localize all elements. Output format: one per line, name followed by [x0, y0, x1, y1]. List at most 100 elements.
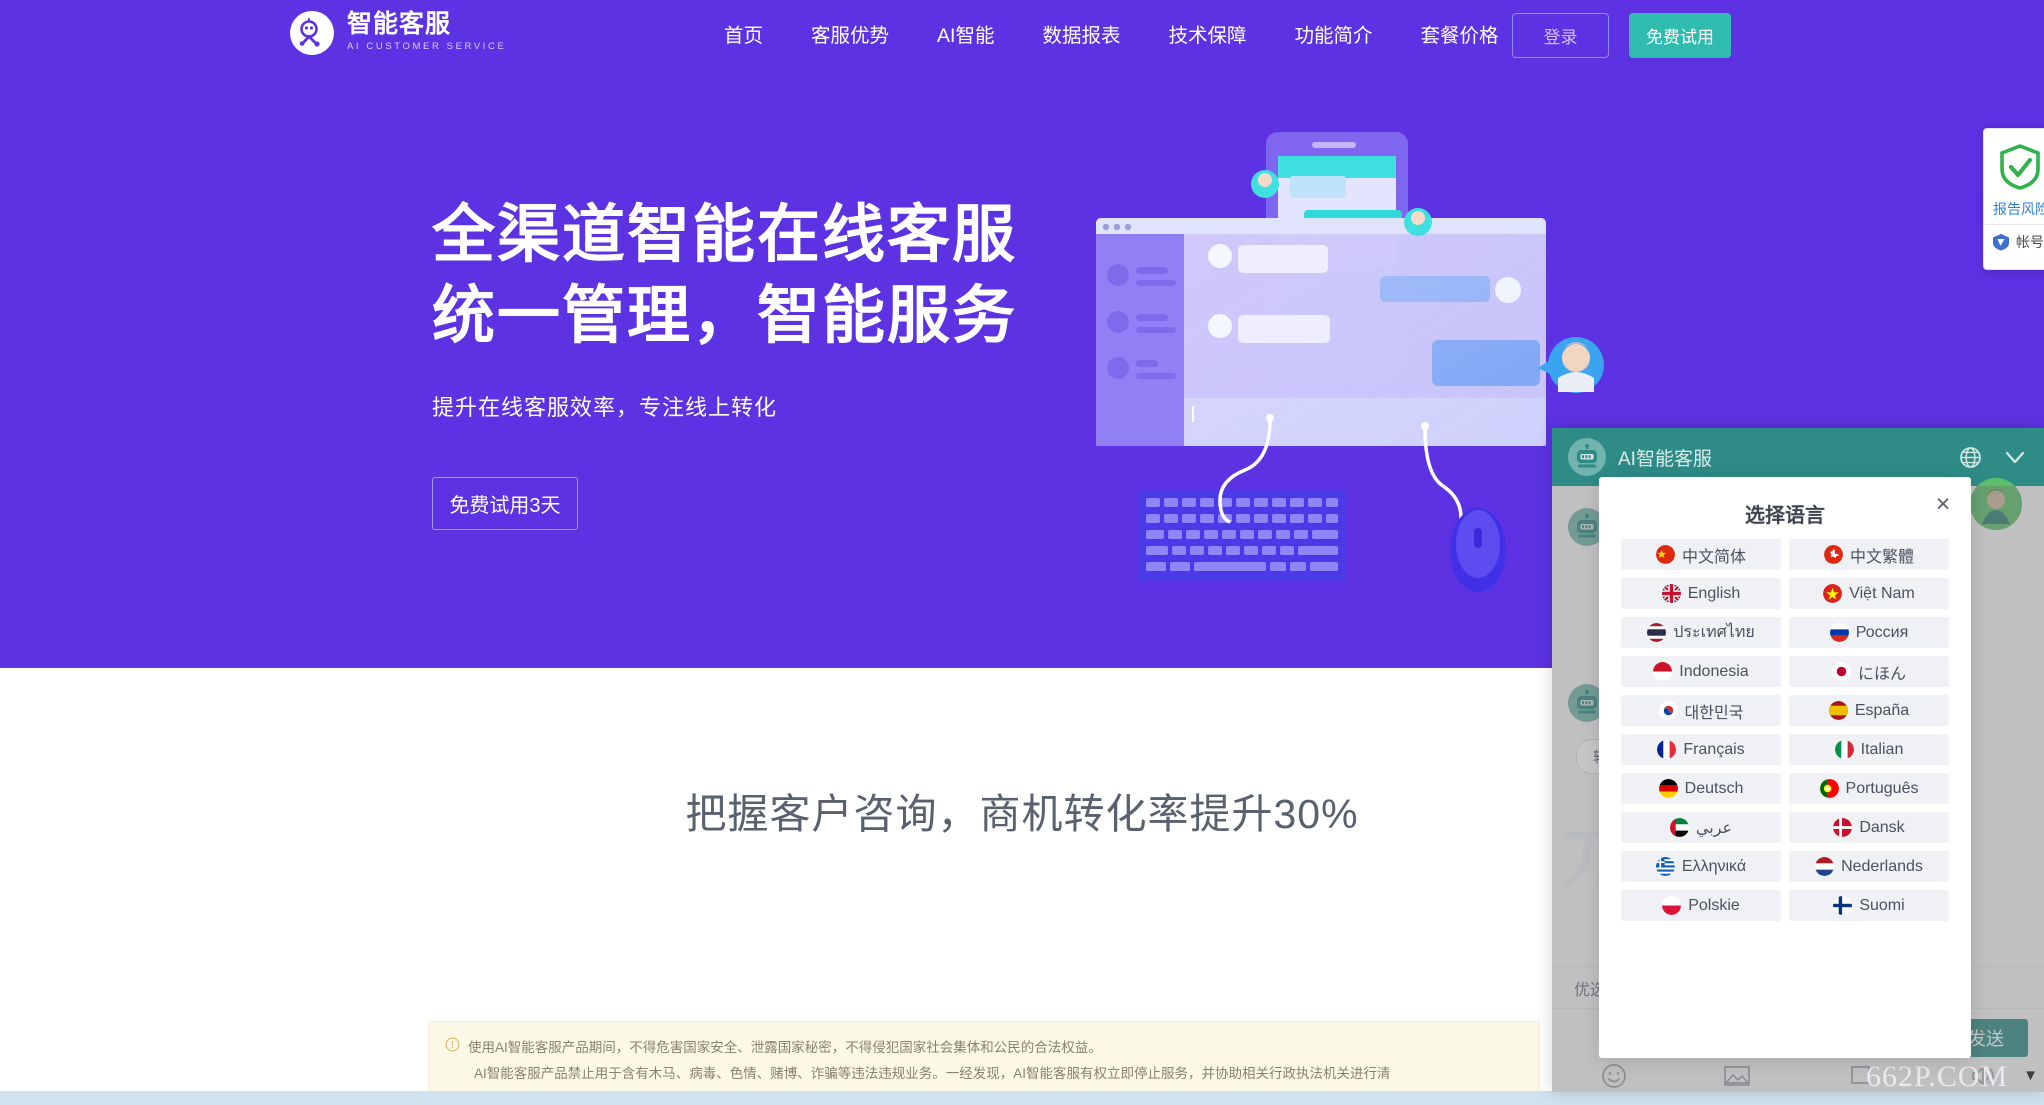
close-icon[interactable]: × [1931, 491, 1955, 516]
language-option-dk[interactable]: Dansk [1789, 812, 1949, 843]
language-option-jp[interactable]: にほん [1789, 656, 1949, 687]
flag-de-icon [1658, 779, 1678, 798]
language-option-gr[interactable]: Ελληνικά [1621, 851, 1781, 882]
brand-logo[interactable]: 智能客服 AI CUSTOMER SERVICE [290, 11, 506, 55]
scroll-down-arrow-icon[interactable]: ▼ [2023, 1067, 2038, 1084]
free-trial-button[interactable]: 免费试用 [1629, 13, 1731, 58]
nav-actions: 登录 免费试用 [1512, 13, 1731, 58]
language-option-ru[interactable]: Россия [1789, 617, 1949, 648]
account-row[interactable]: 帐号 [1992, 232, 2044, 252]
language-option-es[interactable]: España [1789, 695, 1949, 726]
language-option-label: Suomi [1859, 896, 1905, 914]
popup-divider [1984, 224, 2044, 225]
language-option-id[interactable]: Indonesia [1621, 656, 1781, 687]
nav-link-advantage[interactable]: 客服优势 [787, 0, 913, 72]
agent-avatar-icon [1970, 478, 2022, 530]
language-option-label: Français [1683, 740, 1745, 758]
language-option-vn[interactable]: Việt Nam [1789, 578, 1949, 609]
robot-avatar-icon [1568, 438, 1606, 476]
language-option-label: Indonesia [1679, 662, 1749, 680]
hero-title-line2: 统一管理，智能服务 [432, 280, 1017, 351]
flag-pt-icon [1819, 779, 1839, 798]
login-button[interactable]: 登录 [1512, 13, 1609, 58]
language-option-label: ประเทศไทย [1673, 624, 1755, 641]
robot-logo-icon [290, 11, 334, 55]
nav-link-features[interactable]: 功能简介 [1271, 0, 1397, 72]
globe-icon[interactable] [1959, 446, 1982, 469]
green-shield-check-icon [1998, 143, 2042, 196]
language-option-label: Italian [1860, 740, 1904, 758]
account-row-label: 帐号 [2016, 234, 2044, 250]
language-option-label: Việt Nam [1849, 584, 1915, 602]
flag-kr-icon [1658, 701, 1678, 720]
language-option-label: عربي [1695, 819, 1733, 837]
language-option-label: Polskie [1688, 896, 1740, 914]
language-option-ae[interactable]: عربي [1621, 812, 1781, 843]
flag-jp-icon [1831, 662, 1851, 681]
hero-subtitle: 提升在线客服效率，专注线上转化 [432, 395, 778, 421]
flag-it-icon [1834, 740, 1854, 759]
image-icon[interactable] [1675, 1059, 1798, 1092]
nav-link-reports[interactable]: 数据报表 [1018, 0, 1144, 72]
hero-title-line1: 全渠道智能在线客服 [432, 200, 1017, 270]
flag-th-icon [1647, 623, 1667, 642]
nav-link-pricing[interactable]: 套餐价格 [1397, 0, 1523, 72]
language-option-gb[interactable]: English [1621, 578, 1781, 609]
flag-fr-icon [1657, 740, 1677, 759]
flag-hk-icon [1823, 545, 1843, 564]
notice-line-1: 使用AI智能客服产品期间，不得危害国家安全、泄露国家秘密，不得侵犯国家社会集体和… [468, 1040, 1102, 1055]
page-root: 智能客服 AI CUSTOMER SERVICE 首页 客服优势 AI智能 数据… [0, 0, 2044, 1105]
language-modal-title: 选择语言 [1745, 505, 1825, 527]
nav-link-ai[interactable]: AI智能 [913, 0, 1018, 72]
bottom-strip [0, 1091, 2044, 1105]
screenshot-icon[interactable] [1798, 1059, 1921, 1092]
language-option-label: Dansk [1859, 818, 1905, 836]
security-report-popup[interactable]: 报告风险 帐号 [1983, 128, 2044, 270]
language-option-hk[interactable]: 中文繁體 [1789, 539, 1949, 570]
language-option-fr[interactable]: Français [1621, 734, 1781, 765]
nav-link-tech[interactable]: 技术保障 [1144, 0, 1270, 72]
language-option-th[interactable]: ประเทศไทย [1621, 617, 1781, 648]
language-option-kr[interactable]: 대한민국 [1621, 695, 1781, 726]
chat-toolbar [1552, 1059, 2044, 1092]
flag-ru-icon [1829, 623, 1849, 642]
top-navigation-bar: 智能客服 AI CUSTOMER SERVICE 首页 客服优势 AI智能 数据… [0, 0, 2044, 72]
flag-pl-icon [1662, 896, 1682, 915]
flag-gb-icon [1661, 584, 1681, 603]
hero-free-trial-button[interactable]: 免费试用3天 [432, 477, 578, 531]
language-option-label: 中文简体 [1681, 548, 1746, 566]
language-option-label: にほん [1857, 665, 1906, 683]
language-option-label: Deutsch [1684, 779, 1744, 797]
flag-es-icon [1828, 701, 1848, 720]
language-option-label: 대한민국 [1684, 704, 1744, 722]
language-option-label: Português [1845, 779, 1919, 797]
brand-name: 智能客服 [347, 10, 452, 39]
brand-tagline: AI CUSTOMER SERVICE [347, 41, 507, 53]
hero-copy: 全渠道智能在线客服 统一管理，智能服务 提升在线客服效率，专注线上转化 免费试用… [432, 195, 1017, 531]
language-option-pl[interactable]: Polskie [1621, 890, 1781, 921]
language-option-cn[interactable]: 中文简体 [1621, 539, 1781, 570]
nav-links: 首页 客服优势 AI智能 数据报表 技术保障 功能简介 套餐价格 [700, 0, 1523, 72]
notice-line-2: AI智能客服产品禁止用于含有木马、病毒、色情、赌博、诈骗等违法违规业务。一经发现… [474, 1066, 1391, 1082]
language-option-de[interactable]: Deutsch [1621, 773, 1781, 804]
language-options-grid: 中文简体 中文繁體 English Việt Nam ประเทศไทย Россия In… [1621, 539, 1949, 921]
language-option-it[interactable]: Italian [1789, 734, 1949, 765]
flag-id-icon [1653, 662, 1673, 681]
flag-vn-icon [1823, 584, 1843, 603]
language-option-nl[interactable]: Nederlands [1789, 851, 1949, 882]
language-option-pt[interactable]: Português [1789, 773, 1949, 804]
warning-circle-icon [445, 1037, 460, 1052]
nav-link-home[interactable]: 首页 [700, 0, 787, 72]
language-select-modal: 选择语言 × 中文简体 中文繁體 English Việt Nam ประเทศไทย Р… [1599, 477, 1971, 1058]
language-option-fi[interactable]: Suomi [1789, 890, 1949, 921]
flag-ae-icon [1669, 818, 1689, 837]
report-risk-link[interactable]: 报告风险 [1993, 199, 2044, 219]
chevron-down-icon[interactable] [2002, 444, 2028, 470]
language-option-label: España [1854, 701, 1910, 719]
flag-fi-icon [1833, 896, 1853, 915]
language-option-label: Россия [1855, 623, 1909, 641]
language-option-label: 中文繁體 [1849, 548, 1914, 566]
flag-gr-icon [1655, 857, 1675, 876]
emoji-icon[interactable] [1552, 1059, 1675, 1092]
language-option-label: Ελληνικά [1681, 857, 1747, 875]
